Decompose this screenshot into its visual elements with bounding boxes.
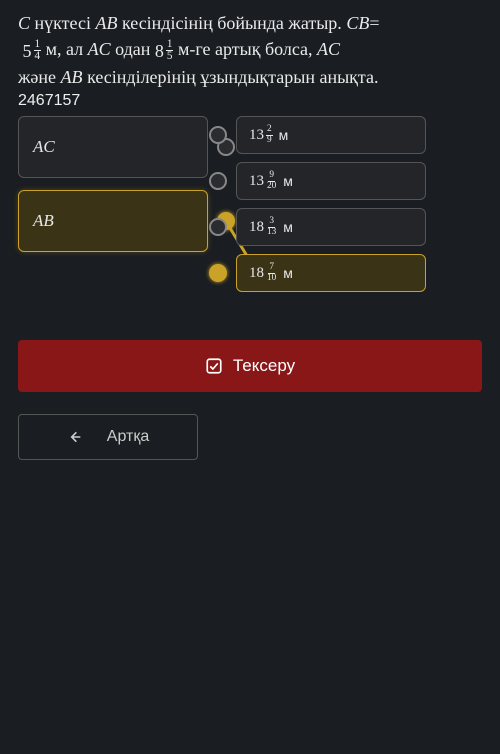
check-button[interactable]: Тексеру (18, 340, 482, 392)
connector-dot[interactable] (209, 218, 227, 236)
connector-dot[interactable] (209, 264, 227, 282)
left-card-label: AB (33, 211, 54, 231)
answer-option[interactable]: 13920 м (236, 162, 426, 200)
unit-label: м (283, 219, 293, 235)
left-card-ac[interactable]: AC (18, 116, 208, 178)
back-button-label: Артқа (107, 428, 149, 446)
left-card-ab[interactable]: AB (18, 190, 208, 252)
check-button-label: Тексеру (233, 356, 295, 376)
answer-option[interactable]: 1329 м (236, 116, 426, 154)
connector-dot[interactable] (209, 126, 227, 144)
task-code: 2467157 (18, 92, 482, 110)
back-button[interactable]: Артқа (18, 414, 198, 460)
answer-option[interactable]: 18313 м (236, 208, 426, 246)
answer-option[interactable]: 18710 м (236, 254, 426, 292)
problem-text: C нүктесі AB кесіндісінің бойында жатыр.… (18, 10, 482, 90)
match-area: AC AB 1329 м 13920 м 18313 м (18, 116, 482, 292)
arrow-left-icon (67, 429, 83, 445)
connector-dot[interactable] (209, 172, 227, 190)
unit-label: м (279, 127, 289, 143)
check-icon (205, 357, 223, 375)
left-card-label: AC (33, 137, 55, 157)
unit-label: м (283, 265, 293, 281)
unit-label: м (283, 173, 293, 189)
